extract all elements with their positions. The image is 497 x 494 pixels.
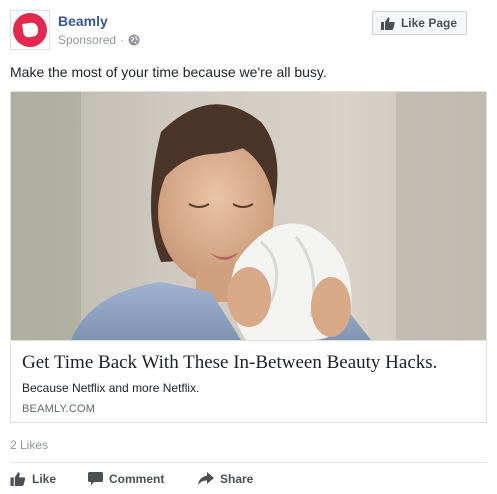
thumbs-up-icon bbox=[10, 472, 26, 486]
card-description: Because Netflix and more Netflix. bbox=[22, 381, 200, 395]
post-header: Beamly Sponsored · Like Page bbox=[10, 10, 487, 52]
post-meta: Sponsored · bbox=[58, 33, 140, 47]
likes-count[interactable]: 2 Likes bbox=[10, 438, 48, 452]
card-title[interactable]: Get Time Back With These In-Between Beau… bbox=[22, 352, 437, 374]
card-body[interactable]: Get Time Back With These In-Between Beau… bbox=[11, 340, 486, 422]
thumbs-up-icon bbox=[380, 16, 395, 30]
comment-bubble-icon bbox=[88, 472, 103, 486]
post-actions: Like Comment Share bbox=[10, 468, 487, 490]
page-name-link[interactable]: Beamly bbox=[58, 13, 108, 29]
share-button[interactable]: Share bbox=[198, 468, 253, 490]
woman-with-laundry-photo bbox=[11, 92, 486, 340]
card-image[interactable] bbox=[11, 92, 486, 340]
link-preview-card[interactable]: Get Time Back With These In-Between Beau… bbox=[10, 91, 487, 423]
share-label: Share bbox=[220, 472, 254, 486]
page-avatar[interactable] bbox=[10, 10, 50, 50]
meta-separator: · bbox=[120, 33, 125, 47]
comment-label: Comment bbox=[109, 472, 165, 486]
post-message: Make the most of your time because we're… bbox=[10, 64, 327, 80]
like-page-label: Like Page bbox=[400, 16, 457, 30]
beamly-logo-icon bbox=[13, 13, 47, 47]
like-label: Like bbox=[32, 472, 57, 486]
comment-button[interactable]: Comment bbox=[88, 468, 164, 490]
card-domain: BEAMLY.COM bbox=[22, 403, 96, 415]
actions-divider bbox=[10, 462, 487, 463]
globe-icon[interactable] bbox=[128, 34, 140, 46]
share-arrow-icon bbox=[198, 472, 214, 485]
like-button[interactable]: Like bbox=[10, 468, 56, 490]
sponsored-label[interactable]: Sponsored bbox=[58, 33, 116, 47]
like-page-button[interactable]: Like Page bbox=[371, 11, 467, 35]
